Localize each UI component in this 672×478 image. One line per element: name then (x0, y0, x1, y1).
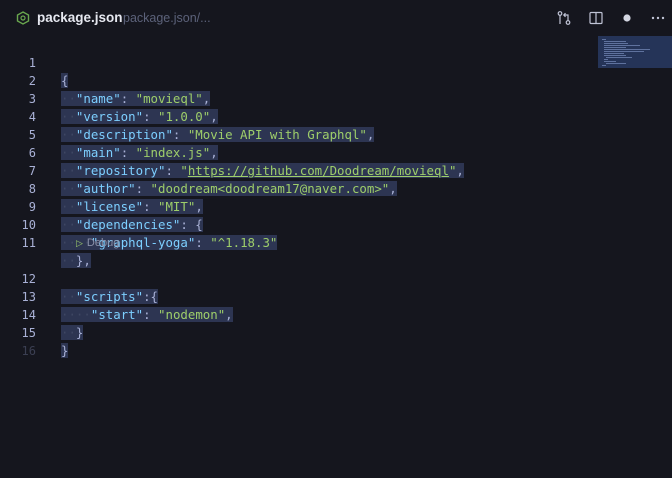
compare-changes-icon[interactable] (556, 10, 572, 26)
repository-link[interactable]: https://github.com/Doodream/movieql (188, 163, 449, 178)
code-line: 3 ··"version": "1.0.0", (0, 72, 218, 124)
code-line: 14 ··} (0, 288, 84, 340)
code-line: 12 ··"scripts":{ (0, 252, 158, 304)
play-icon: ▷ (76, 238, 83, 248)
line-number: 11 (21, 236, 36, 250)
code-editor[interactable]: 1 { 2 ··"name": "movieql", 3 ··"version"… (0, 36, 600, 478)
code-line: 7 ··"author": "doodream<doodream17@naver… (0, 144, 397, 196)
code-line: 2 ··"name": "movieql", (0, 54, 211, 106)
json-dependencies-key: dependencies (83, 217, 173, 232)
code-line: 11 ··}, (0, 216, 91, 268)
breadcrumb[interactable]: package.json/... (123, 11, 211, 25)
code-line: 8 ··"license": "MIT", (0, 162, 203, 214)
json-start-key: start (98, 307, 136, 322)
more-actions-icon[interactable] (650, 10, 666, 26)
unsaved-dot-icon[interactable] (619, 10, 635, 26)
code-line: 13 ····"start": "nodemon", (0, 270, 233, 322)
code-line: 6 ··"repository": "https://github.com/Do… (0, 126, 464, 178)
line-number: 16 (21, 344, 36, 358)
json-scripts-key: scripts (83, 289, 136, 304)
code-line: 1 { (0, 36, 69, 88)
json-author-value: doodream<doodream17@naver.com> (158, 181, 382, 196)
json-graphql-yoga-value: ^1.18.3 (217, 235, 270, 250)
split-editor-icon[interactable] (588, 10, 604, 26)
json-start-value: nodemon (165, 307, 218, 322)
line-content: { (61, 73, 69, 88)
code-line: 15 } (0, 306, 69, 358)
code-line: 9 ··"dependencies": { (0, 180, 203, 232)
debug-codelens[interactable]: ▷ Debug (76, 234, 119, 252)
json-main-value: index.js (143, 145, 203, 160)
debug-label: Debug (86, 237, 120, 249)
json-description-value: Movie API with Graphql (195, 127, 360, 142)
code-line: 10 ····"graphql-yoga": "^1.18.3" (0, 198, 278, 250)
code-line: 4 ··"description": "Movie API with Graph… (0, 90, 375, 142)
code-line: 5 ··"main": "index.js", (0, 108, 218, 160)
tab-title[interactable]: package.json (37, 10, 123, 25)
code-line: 16 (0, 324, 36, 358)
nodejs-icon (16, 11, 30, 25)
minimap[interactable] (598, 36, 672, 68)
json-license-value: MIT (165, 199, 188, 214)
json-version-value: 1.0.0 (165, 109, 203, 124)
editor-tab-bar: package.json package.json/... (0, 0, 672, 36)
json-name-value: movieql (143, 91, 196, 106)
